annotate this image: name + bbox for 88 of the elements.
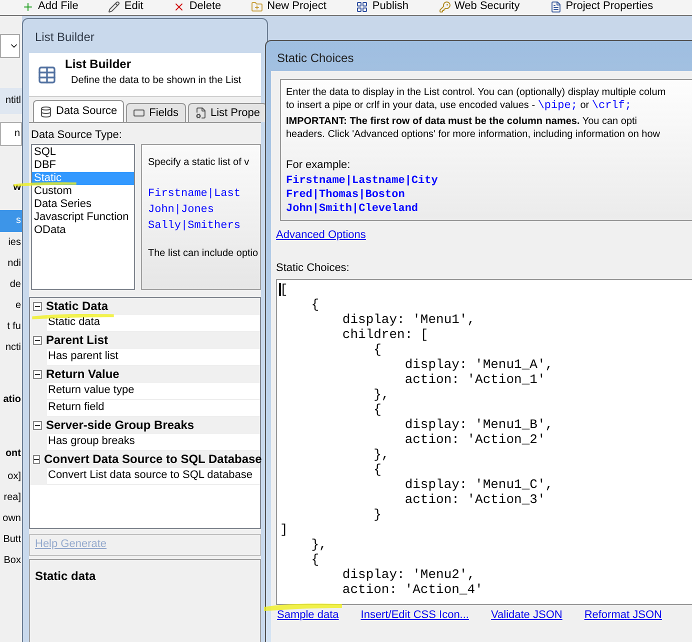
list-item[interactable]: Data Series <box>32 198 134 210</box>
property-row[interactable]: Static data <box>47 314 260 332</box>
help-title: Static data <box>35 568 96 582</box>
section-title: Static Data <box>46 298 108 315</box>
window-title: Static Choices <box>277 50 354 67</box>
property-row[interactable]: Return value type <box>47 382 260 400</box>
toolbar-button[interactable]: Add File <box>22 0 78 13</box>
static-choices-field[interactable] <box>276 278 692 604</box>
code-text: \crlf; <box>592 100 632 112</box>
tab[interactable]: Data Source <box>33 100 124 122</box>
section-title: Convert Data Source to SQL Database <box>44 451 262 468</box>
description-text: The list can include optio <box>148 246 258 260</box>
info-text: to insert a pipe or crlf in your data, use encoded values - <box>286 100 536 111</box>
example-line: John|Smith|Cleveland <box>286 202 420 216</box>
collapse-icon[interactable] <box>33 336 42 344</box>
action-link[interactable]: Insert/Edit CSS Icon... <box>360 606 469 623</box>
field-icon <box>133 107 146 119</box>
panel-text-fragment: ndi <box>6 257 22 271</box>
info-text: Enter the data to display in the List control. You can (optionally) display multiple colum <box>286 87 666 98</box>
section-title: Server-side Group Breaks <box>46 417 194 434</box>
panel-text-fragment: ox] <box>6 470 22 484</box>
panel-text-fragment: own <box>2 512 22 526</box>
info-text: or <box>579 100 590 111</box>
collapse-icon[interactable] <box>33 454 40 464</box>
grid-icon <box>356 0 368 12</box>
info-text: IMPORTANT: The first row of data must be the column names. You can opti <box>286 116 638 127</box>
panel-text-fragment: ncti <box>4 341 22 355</box>
panel-text-fragment: ies <box>7 236 22 250</box>
window-title: List Builder <box>35 29 94 46</box>
panel-text-fragment: Box <box>2 554 22 568</box>
code-text: \pipe; <box>538 100 578 112</box>
example-line: Fred|Thomas|Boston <box>286 188 406 202</box>
advanced-options-link[interactable]: Advanced Options <box>276 226 366 243</box>
field-label: Static Choices: <box>276 261 350 276</box>
collapse-icon[interactable] <box>33 420 42 430</box>
info-text: headers. Click 'Advanced options' for more information, including information on how <box>286 129 660 140</box>
toolbar-button[interactable]: Web Security <box>438 0 520 13</box>
header-subtitle: Define the data to be shown in the List <box>71 74 242 88</box>
example-line: Sally|Smithers <box>148 218 242 234</box>
collapse-icon[interactable] <box>33 370 42 378</box>
section-title: Return Value <box>46 366 120 383</box>
description-text: Specify a static list of v <box>148 156 250 170</box>
list-item[interactable]: SQL <box>32 146 134 158</box>
toolbar-button[interactable]: New Project <box>251 0 326 13</box>
header-title: List Builder <box>65 56 132 73</box>
example-line: Firstname|Last <box>148 186 242 202</box>
info-text: For example: <box>286 158 352 173</box>
key-icon <box>438 0 450 12</box>
tab[interactable]: List Prope <box>188 103 267 122</box>
action-link[interactable]: Validate JSON <box>490 606 562 623</box>
properties-icon <box>194 107 206 119</box>
panel-text-fragment: de <box>8 278 22 292</box>
list-item[interactable]: Javascript Function <box>32 210 134 224</box>
toolbar-button[interactable]: Delete <box>173 0 222 13</box>
folder-icon <box>251 0 264 12</box>
action-link[interactable]: Reformat JSON <box>584 606 662 623</box>
table-icon <box>37 65 57 85</box>
panel-text-fragment: t fu <box>6 320 22 334</box>
panel-text-fragment: e <box>14 299 22 313</box>
property-row[interactable]: Return field <box>47 400 260 416</box>
close-icon <box>173 0 186 12</box>
example-line: Firstname|Lastname|City <box>286 174 439 188</box>
property-row[interactable]: Has parent list <box>47 348 260 366</box>
toolbar-button[interactable]: Edit <box>108 0 144 13</box>
list-item[interactable]: DBF <box>32 158 134 172</box>
pencil-icon <box>108 0 120 12</box>
field-label: Data Source Type: <box>31 128 123 143</box>
property-row[interactable]: Convert List data source to SQL database <box>47 468 260 484</box>
code-text: [ { display: 'Menu1', children: [ { display: 'Menu1_A', action: 'Action_1' }, { display: 'Menu1_B', action: 'Action_2' }, { display: 'Menu1_C', action: 'Action_3' } ] }, { display: 'Menu2', action: 'Action_4' <box>280 282 554 596</box>
toolbar-button[interactable]: Project Properties <box>550 0 654 13</box>
tab[interactable]: Fields <box>126 103 186 122</box>
panel-text-fragment: atio <box>2 393 22 407</box>
database-icon <box>40 106 52 118</box>
list-item[interactable]: OData <box>32 224 134 236</box>
toolbar-button[interactable]: Publish <box>356 0 408 13</box>
section-title: Parent List <box>46 332 108 349</box>
plus-icon <box>22 0 34 12</box>
action-link[interactable]: Sample data <box>277 606 339 623</box>
property-row[interactable]: Has group breaks <box>47 434 260 450</box>
panel-text-fragment: ntitl <box>0 88 22 114</box>
document-icon <box>550 0 562 12</box>
panel-text-fragment: rea] <box>2 491 22 505</box>
list-item[interactable]: Custom <box>32 184 134 198</box>
example-line: John|Jones <box>148 202 216 218</box>
panel-text-fragment: Butt <box>2 533 22 547</box>
panel-text-fragment: ont <box>4 447 22 461</box>
collapse-icon[interactable] <box>33 302 42 310</box>
tab[interactable]: n <box>0 122 22 146</box>
